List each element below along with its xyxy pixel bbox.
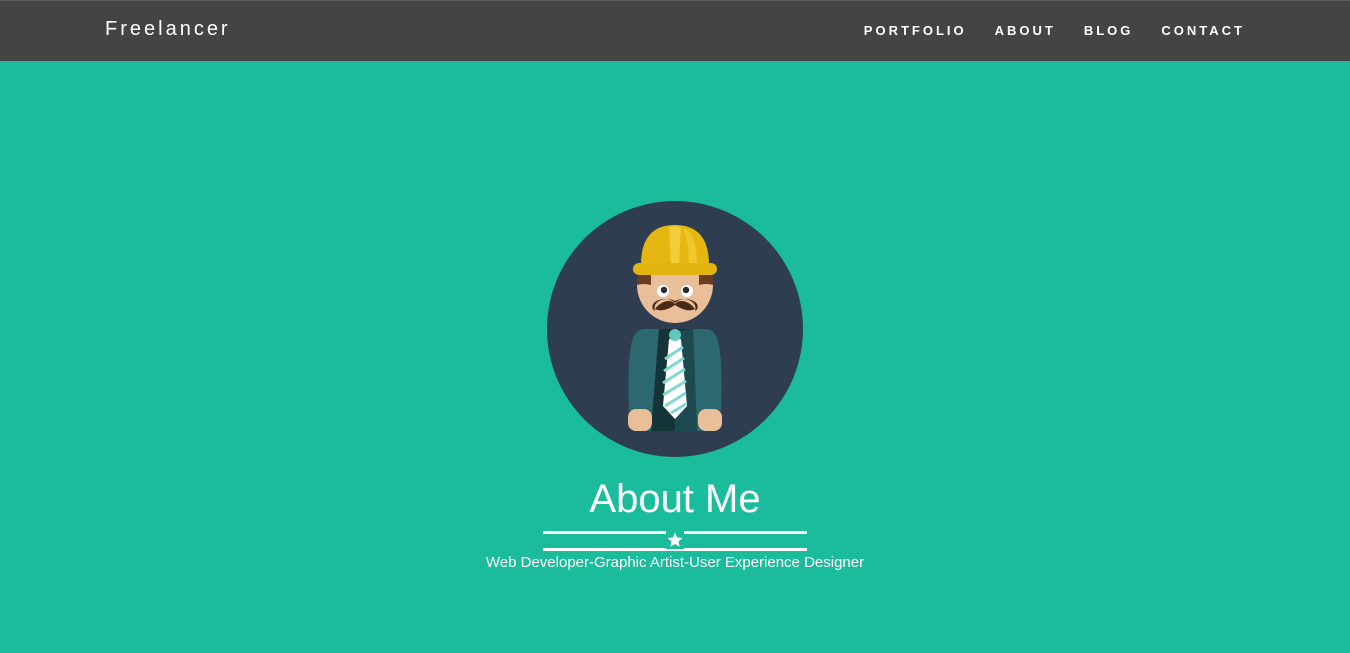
nav-item-contact[interactable]: CONTACT	[1161, 23, 1245, 38]
star-divider	[543, 530, 807, 552]
page-title: About Me	[589, 477, 761, 521]
hero-subtitle: Web Developer-Graphic Artist-User Experi…	[485, 554, 865, 571]
nav-item-about[interactable]: ABOUT	[995, 23, 1056, 38]
star-icon	[666, 531, 684, 549]
nav-item-portfolio[interactable]: PORTFOLIO	[864, 23, 967, 38]
hero-section: About Me Web Developer-Graphic Artist-Us…	[0, 61, 1350, 653]
nav-item-blog[interactable]: BLOG	[1084, 23, 1134, 38]
nav-menu: PORTFOLIO ABOUT BLOG CONTACT	[836, 23, 1245, 38]
construction-worker-avatar-icon	[547, 201, 803, 457]
navbar: Freelancer PORTFOLIO ABOUT BLOG CONTACT	[0, 0, 1350, 61]
brand-link[interactable]: Freelancer	[105, 18, 231, 41]
